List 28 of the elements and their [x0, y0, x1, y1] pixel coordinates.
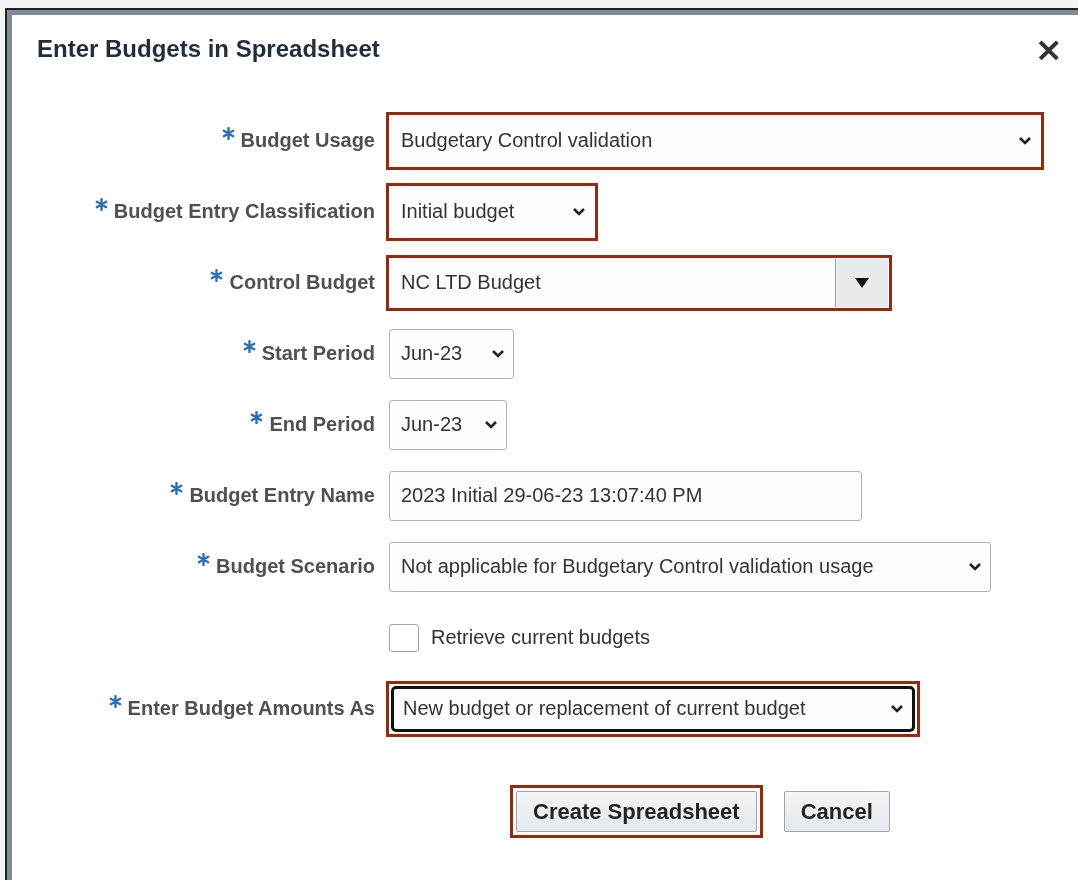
dialog-title: Enter Budgets in Spreadsheet [37, 35, 381, 63]
chevron-icon [491, 348, 505, 359]
chevron-icon [484, 419, 498, 430]
field-label: Budget Usage [240, 129, 375, 152]
chevron-icon [968, 561, 982, 572]
triangle-icon [854, 276, 870, 289]
field-label: Budget Entry Classification [113, 200, 375, 223]
field-label: Start Period [261, 342, 375, 365]
field-label: Budget Entry Name [189, 484, 375, 507]
chevron-icon [1018, 135, 1032, 146]
field-label: Budget Scenario [216, 555, 375, 578]
dropdown[interactable]: New budget or replacement of current budget [391, 685, 915, 732]
checkbox-label: Retrieve current budgets [431, 626, 650, 649]
field-label: End Period [269, 413, 375, 436]
dropdown[interactable]: Jun-23 [389, 328, 514, 379]
chevron-icon [572, 206, 586, 217]
field-label: Enter Budget Amounts As [127, 697, 375, 720]
chevron-icon [890, 703, 904, 714]
create-button[interactable]: Create Spreadsheet [516, 791, 757, 832]
cancel-button[interactable]: Cancel [783, 791, 890, 832]
combo-input[interactable]: NC LTD Budget [390, 258, 835, 307]
close-button[interactable]: × [1030, 32, 1067, 66]
checkbox[interactable] [389, 623, 419, 652]
dropdown[interactable]: Not applicable for Budgetary Control validation usage [389, 541, 991, 592]
dropdown[interactable]: Jun-23 [389, 399, 507, 450]
field-label: Control Budget [229, 271, 375, 294]
text-input[interactable]: 2023 Initial 29-06-23 13:07:40 PM [389, 470, 862, 521]
dropdown-button[interactable] [835, 258, 888, 307]
